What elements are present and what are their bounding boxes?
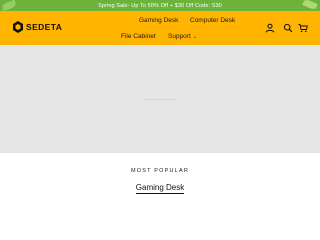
nav-file-cabinet[interactable]: File Cabinet (121, 33, 156, 40)
nav-computer-desk[interactable]: Computer Desk (190, 17, 235, 24)
account-icon[interactable] (265, 23, 275, 33)
nav-support-label: Support (168, 33, 191, 40)
section-kicker: MOST POPULAR (130, 168, 189, 174)
site-header: SEDETA Gaming Desk Computer Desk File Ca… (0, 11, 320, 45)
brand-logo[interactable]: SEDETA (13, 21, 62, 33)
section-title-link[interactable]: Gaming Desk (135, 183, 185, 194)
nav-gaming-desk[interactable]: Gaming Desk (139, 17, 178, 24)
most-popular-section: MOST POPULAR Gaming Desk (0, 153, 320, 240)
search-icon[interactable] (283, 23, 293, 33)
announcement-bar: Spring Sale- Up To 50% Off + $30 Off Cod… (0, 0, 320, 11)
chevron-down-icon: ⌄ (192, 34, 197, 40)
logo-mark-icon (13, 21, 23, 33)
brand-name: SEDETA (26, 22, 63, 32)
section-title: Gaming Desk (0, 177, 320, 195)
nav-support[interactable]: Support ⌄ (168, 33, 197, 40)
cart-icon[interactable] (298, 23, 308, 33)
hero-banner[interactable] (0, 45, 320, 153)
announcement-text[interactable]: Spring Sale- Up To 50% Off + $30 Off Cod… (98, 3, 222, 9)
leaf-decoration (1, 0, 17, 11)
hero-placeholder (144, 99, 176, 100)
leaf-decoration (302, 0, 318, 11)
